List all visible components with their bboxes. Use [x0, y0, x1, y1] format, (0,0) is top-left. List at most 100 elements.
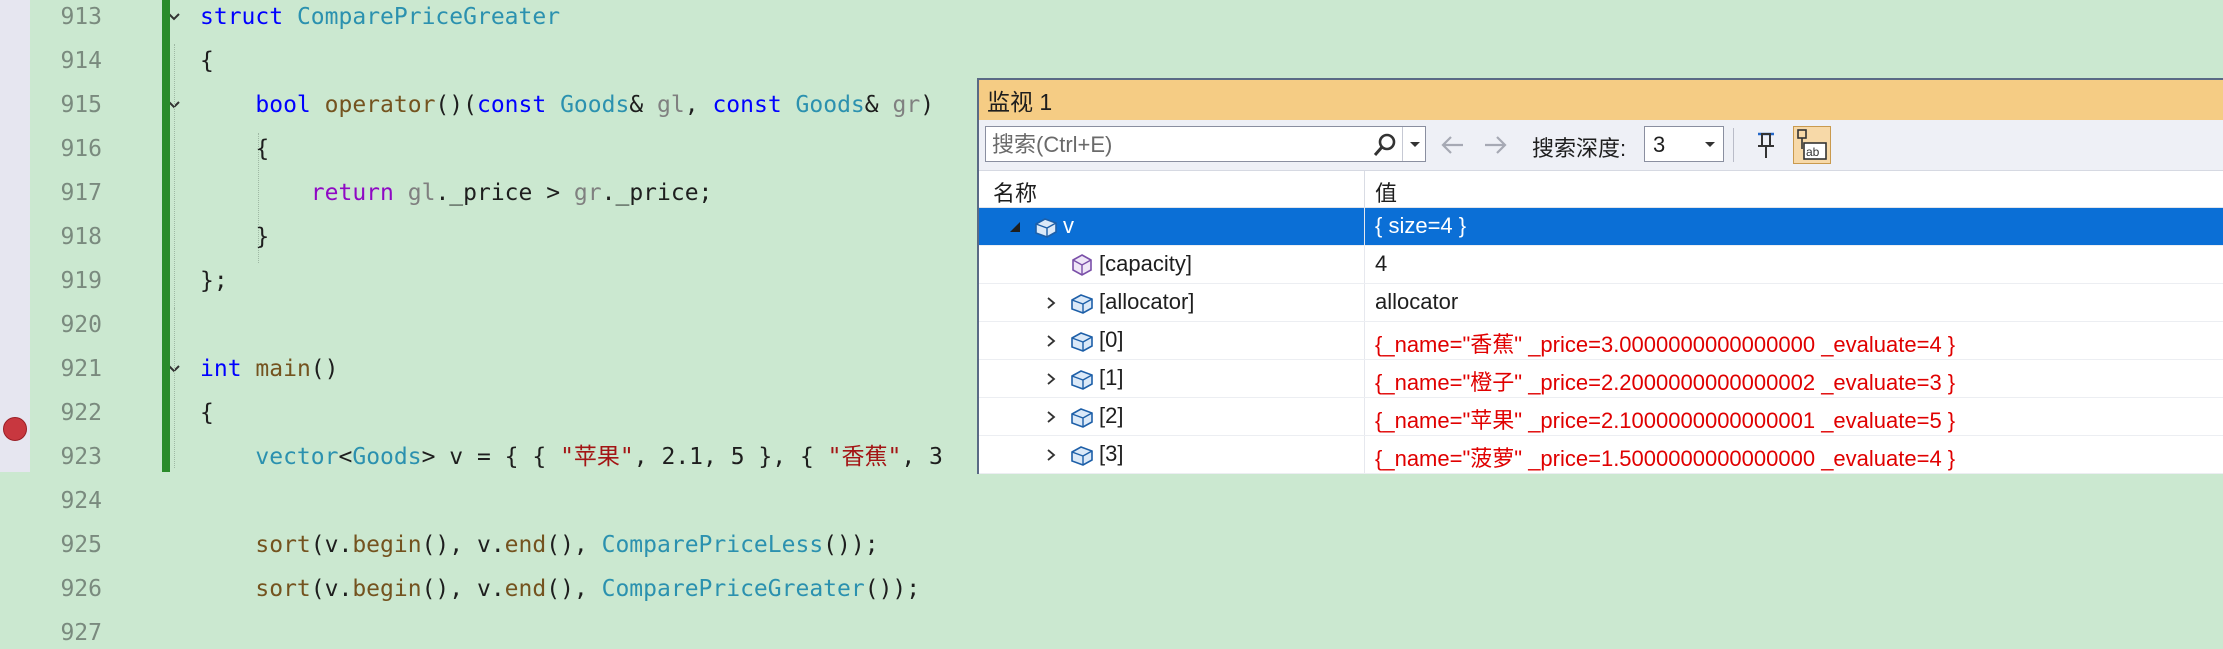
watch-row-value[interactable]: {_name="香蕉" _price=3.0000000000000000 _e…: [1375, 327, 1955, 359]
watch-row-value[interactable]: 4: [1375, 251, 1387, 277]
search-icon[interactable]: [1372, 132, 1398, 158]
line-number: 913: [60, 4, 102, 30]
watch-row[interactable]: [0] {_name="香蕉" _price=3.0000000000000000…: [979, 322, 2223, 360]
code-line[interactable]: 926 sort(v.begin(), v.end(), ComparePric…: [30, 574, 2223, 605]
column-divider: [1364, 322, 1365, 359]
chevron-down-icon: [1410, 142, 1420, 147]
property-icon: [1072, 254, 1092, 276]
change-tracking-bar: [162, 0, 170, 472]
code-text: return gl._price > gr._price;: [310, 180, 713, 206]
line-number: 925: [60, 532, 102, 558]
line-number: 914: [60, 48, 102, 74]
code-text: sort(v.begin(), v.end(), ComparePriceGre…: [255, 576, 921, 602]
column-header-value[interactable]: 值: [1375, 176, 1397, 208]
code-text: struct ComparePriceGreater: [200, 4, 561, 30]
line-number: 927: [60, 620, 102, 646]
column-divider[interactable]: [1364, 171, 1365, 207]
line-number: 923: [60, 444, 102, 470]
code-line[interactable]: 927: [30, 618, 2223, 649]
indent-guide: [174, 308, 175, 468]
line-number: 922: [60, 400, 102, 426]
expanded-triangle-icon[interactable]: [1007, 219, 1023, 235]
watch-row-value[interactable]: {_name="菠萝" _price=1.5000000000000000 _e…: [1375, 441, 1955, 473]
watch-row-name: [2]: [1099, 403, 1124, 428]
watch-toolbar: 搜索深度: 3 ab: [979, 120, 2223, 171]
hex-display-toggle-button[interactable]: ab: [1793, 126, 1831, 164]
watch-row-name: v: [1063, 213, 1074, 238]
watch-row-value[interactable]: { size=4 }: [1375, 213, 1466, 239]
code-text: };: [200, 268, 228, 294]
breakpoint-icon[interactable]: [3, 417, 27, 441]
code-text: int main(): [200, 356, 339, 382]
column-divider: [1364, 284, 1365, 321]
code-line[interactable]: 913 struct ComparePriceGreater: [30, 2, 2223, 33]
line-number: 921: [60, 356, 102, 382]
object-icon: [1035, 218, 1057, 238]
indent-guide: [258, 133, 259, 263]
column-divider: [1364, 398, 1365, 435]
code-text: bool operator()(const Goods& gl, const G…: [255, 92, 935, 118]
collapsed-triangle-icon[interactable]: [1043, 295, 1059, 311]
back-arrow-icon[interactable]: [1439, 132, 1467, 158]
line-number: 916: [60, 136, 102, 162]
watch-row-name: [allocator]: [1099, 289, 1195, 314]
pin-icon[interactable]: [1749, 128, 1783, 162]
search-box: [985, 126, 1427, 163]
code-text: {: [200, 400, 214, 426]
object-icon: [1071, 294, 1093, 314]
object-icon: [1071, 408, 1093, 428]
object-icon: [1071, 446, 1093, 466]
column-divider: [1364, 360, 1365, 397]
search-depth-label: 搜索深度:: [1532, 136, 1627, 161]
collapsed-triangle-icon[interactable]: [1043, 409, 1059, 425]
line-number: 920: [60, 312, 102, 338]
code-line[interactable]: 924: [30, 486, 2223, 517]
watch-row[interactable]: v { size=4 }: [979, 208, 2223, 246]
watch-row[interactable]: [allocator] allocator: [979, 284, 2223, 322]
search-input[interactable]: [986, 127, 1374, 163]
object-icon: [1071, 332, 1093, 352]
code-text: vector<Goods> v = { { "苹果", 2.1, 5 }, { …: [255, 444, 943, 470]
toolbar-separator: [1733, 128, 1734, 162]
watch-row-value[interactable]: allocator: [1375, 289, 1458, 315]
code-line[interactable]: 925 sort(v.begin(), v.end(), ComparePric…: [30, 530, 2223, 561]
watch-row-value[interactable]: {_name="苹果" _price=2.1000000000000001 _e…: [1375, 403, 1955, 435]
svg-text:ab: ab: [1806, 145, 1820, 159]
collapsed-triangle-icon[interactable]: [1043, 447, 1059, 463]
line-number: 926: [60, 576, 102, 602]
chevron-down-icon: [1705, 142, 1715, 147]
column-divider: [1364, 246, 1365, 283]
indicator-margin[interactable]: [0, 0, 30, 472]
forward-arrow-icon[interactable]: [1481, 132, 1509, 158]
column-divider: [1364, 436, 1365, 473]
line-number: 917: [60, 180, 102, 206]
line-number: 915: [60, 92, 102, 118]
watch-row-value[interactable]: {_name="橙子" _price=2.2000000000000002 _e…: [1375, 365, 1955, 397]
watch-row[interactable]: [2] {_name="苹果" _price=2.1000000000000001…: [979, 398, 2223, 436]
line-number: 919: [60, 268, 102, 294]
watch-window: 监视 1 搜索深度: 3: [977, 78, 2223, 474]
watch-row-name: [1]: [1099, 365, 1124, 390]
object-icon: [1071, 370, 1093, 390]
line-number: 924: [60, 488, 102, 514]
collapsed-triangle-icon[interactable]: [1043, 371, 1059, 387]
column-header-name[interactable]: 名称: [993, 176, 1037, 208]
search-options-dropdown[interactable]: [1402, 127, 1427, 161]
code-text: {: [200, 48, 214, 74]
watch-row-name: [capacity]: [1099, 251, 1192, 276]
watch-row-name: [0]: [1099, 327, 1124, 352]
code-line[interactable]: 914 {: [30, 46, 2223, 77]
indent-guide: [174, 44, 175, 318]
line-number: 918: [60, 224, 102, 250]
ab-format-icon: ab: [1797, 129, 1827, 160]
collapsed-triangle-icon[interactable]: [1043, 333, 1059, 349]
watch-row[interactable]: [capacity] 4: [979, 246, 2223, 284]
search-depth-value: 3: [1653, 132, 1666, 157]
watch-row[interactable]: [1] {_name="橙子" _price=2.2000000000000002…: [979, 360, 2223, 398]
watch-window-title[interactable]: 监视 1: [979, 80, 2223, 120]
watch-row[interactable]: [3] {_name="菠萝" _price=1.5000000000000000…: [979, 436, 2223, 474]
watch-grid-header: 名称 值: [979, 171, 2223, 208]
watch-row-name: [3]: [1099, 441, 1124, 466]
watch-title-text: 监视 1: [987, 89, 1053, 115]
search-depth-select[interactable]: 3: [1644, 126, 1724, 162]
